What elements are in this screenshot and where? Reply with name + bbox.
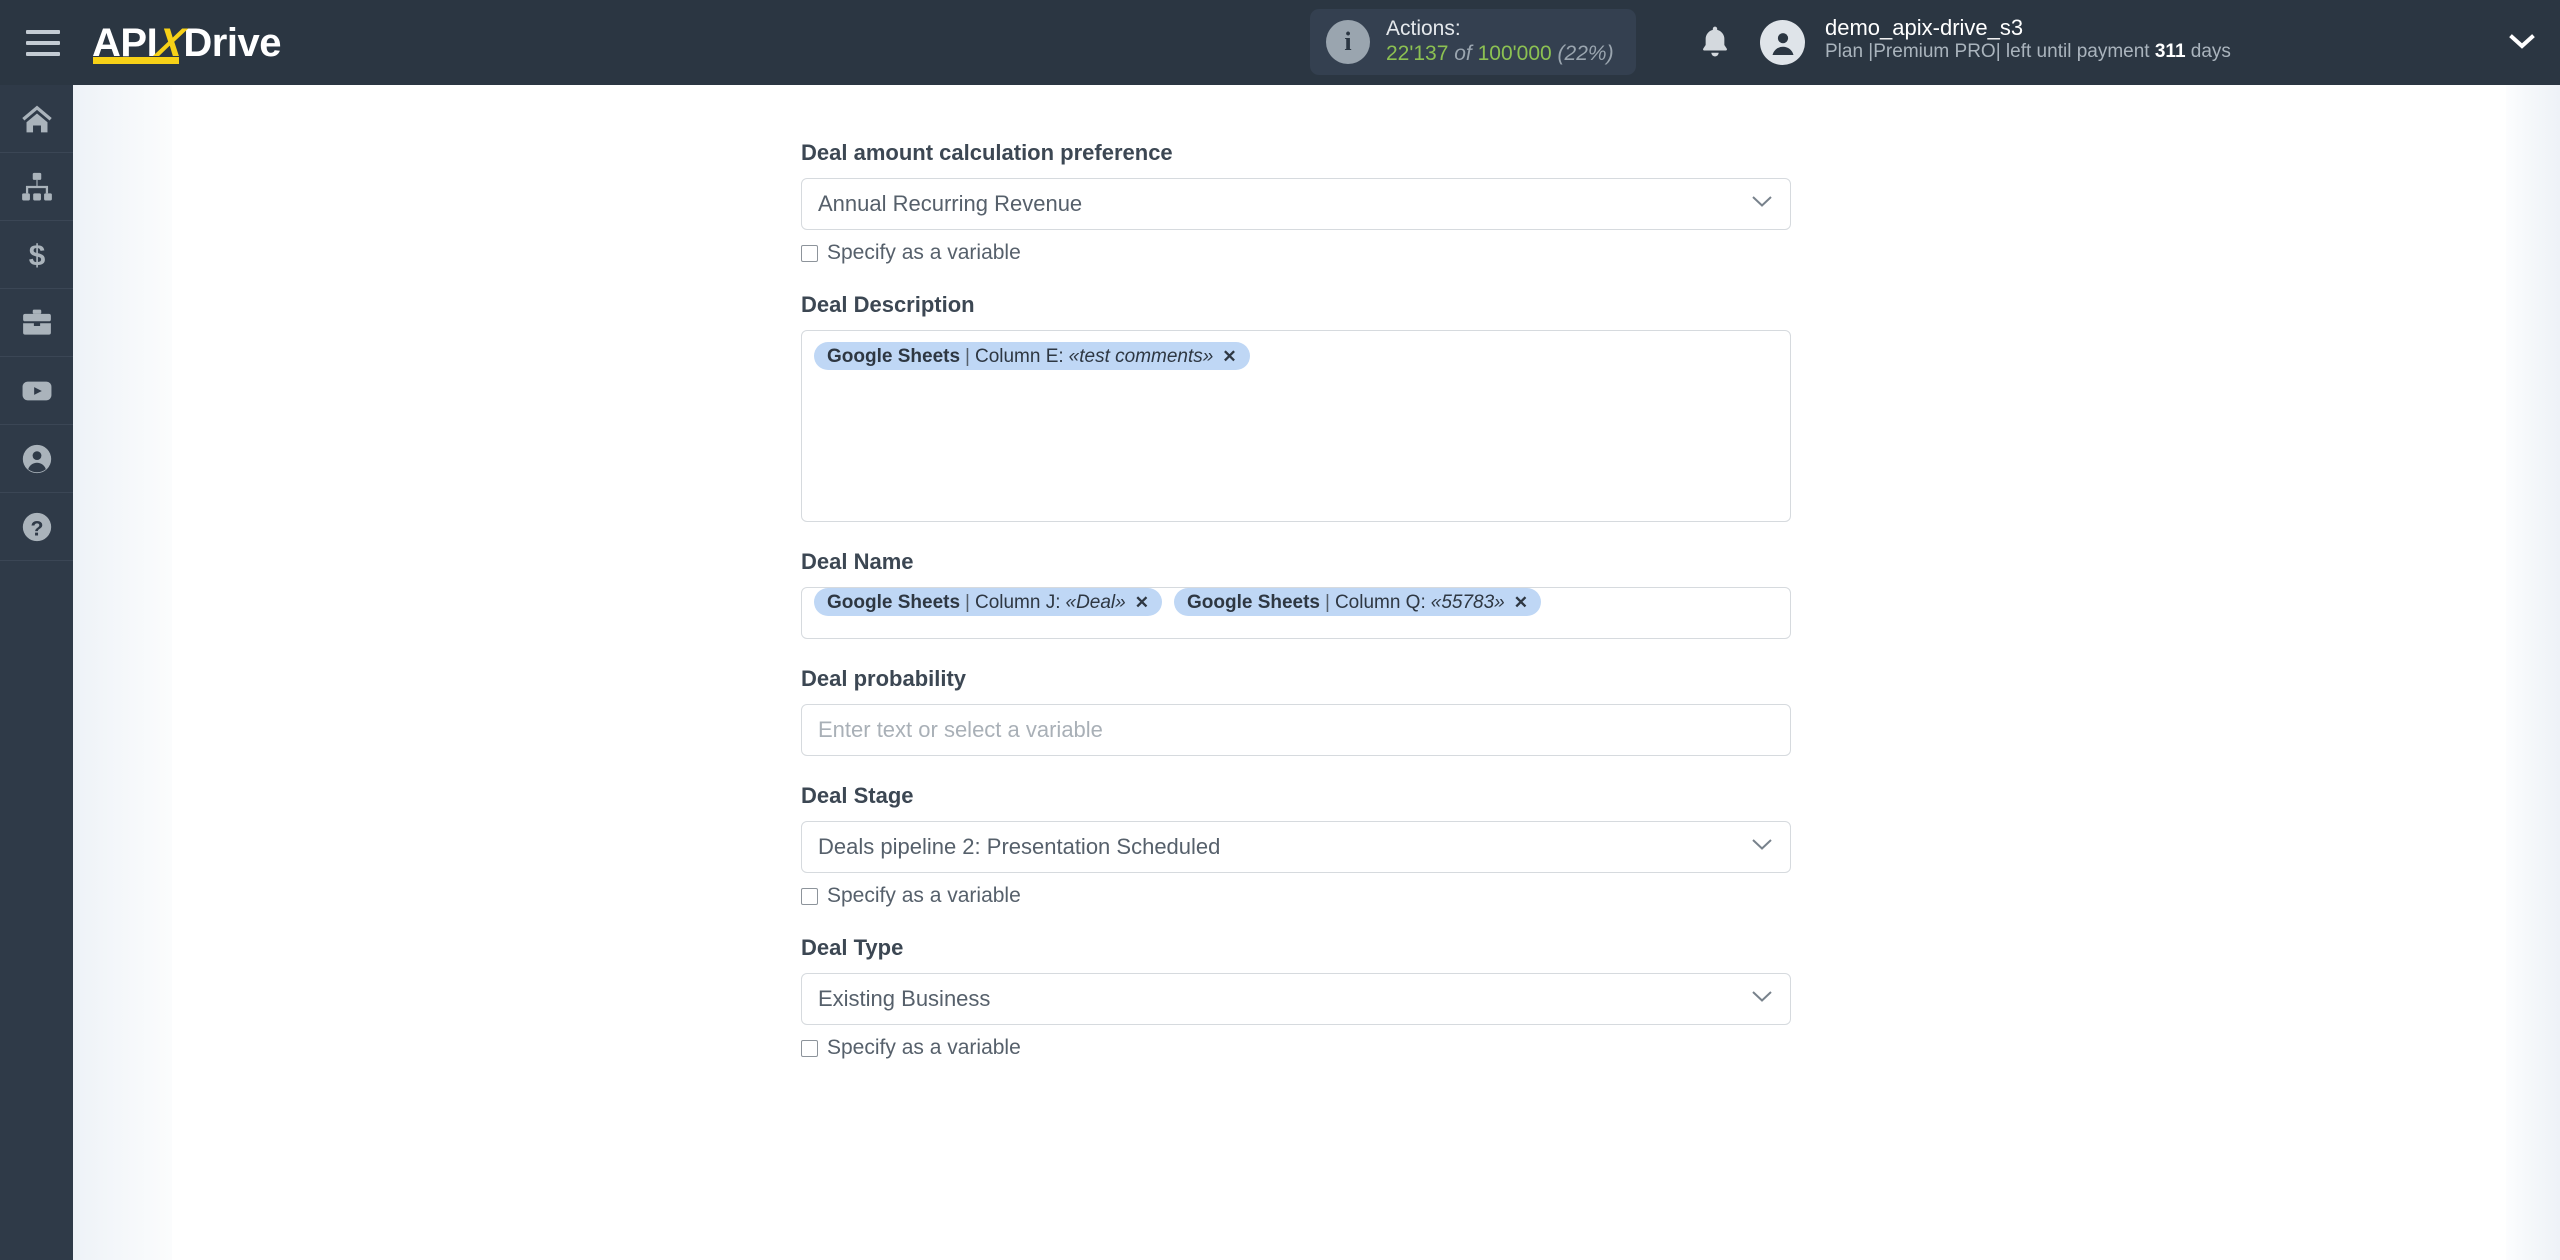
variable-column: Column J:	[974, 591, 1061, 613]
variable-separator: |	[965, 345, 970, 367]
field-label: Deal Stage	[801, 783, 914, 808]
chevron-down-icon	[1750, 989, 1774, 1010]
sidebar-item-billing[interactable]: $	[0, 221, 73, 289]
logo-text: APIXDrive	[92, 20, 281, 65]
briefcase-icon	[20, 306, 54, 340]
variable-tag[interactable]: Google Sheets | Column Q: «55783» ✕	[1173, 588, 1541, 616]
select-value: Existing Business	[818, 986, 991, 1011]
field-deal-name: Deal Name Google Sheets | Column J: «Deal» ✕…	[801, 549, 1791, 639]
user-circle-icon	[20, 442, 54, 476]
variable-value: «test comments»	[1068, 345, 1214, 367]
sidebar-item-services[interactable]	[0, 289, 73, 357]
variable-separator: |	[1325, 591, 1330, 613]
checkbox-label: Specify as a variable	[827, 884, 1021, 907]
select-value: Deals pipeline 2: Presentation Scheduled	[818, 834, 1221, 859]
plan-name: Premium PRO	[1873, 41, 1996, 63]
sidebar-item-account[interactable]	[0, 425, 73, 493]
deal-name-variable-area[interactable]: Google Sheets | Column J: «Deal» ✕ Google Sh…	[801, 587, 1791, 639]
specify-as-variable-checkbox[interactable]	[801, 1039, 818, 1057]
deal-description-variable-area[interactable]: Google Sheets | Column E: «test comments» ✕	[801, 330, 1791, 522]
variable-source: Google Sheets	[827, 591, 961, 613]
deal-probability-input[interactable]	[801, 704, 1791, 756]
info-icon: i	[1326, 20, 1370, 64]
actions-title: Actions:	[1386, 17, 1461, 41]
left-gutter	[73, 85, 172, 1260]
avatar[interactable]	[1760, 20, 1805, 65]
checkbox-label: Specify as a variable	[827, 1036, 1021, 1059]
specify-as-variable-checkbox[interactable]	[801, 244, 818, 262]
field-label: Deal probability	[801, 666, 967, 691]
field-deal-amount-calculation-preference: Deal amount calculation preference Annua…	[801, 85, 1791, 265]
chevron-down-icon[interactable]	[2508, 32, 2536, 57]
variable-value: «55783»	[1430, 591, 1505, 613]
question-circle-icon: ?	[20, 510, 54, 544]
sidebar-item-video[interactable]	[0, 357, 73, 425]
field-deal-stage: Deal Stage Deals pipeline 2: Presentatio…	[801, 783, 1791, 908]
plan-days-suffix: days	[2190, 41, 2231, 63]
deal-amount-calculation-preference-select[interactable]: Annual Recurring Revenue	[801, 178, 1791, 230]
remove-tag-icon[interactable]: ✕	[1222, 348, 1236, 365]
field-label: Deal amount calculation preference	[801, 140, 1173, 165]
right-gutter	[2506, 85, 2560, 1260]
specify-as-variable-checkbox[interactable]	[801, 887, 818, 905]
actions-quota-badge[interactable]: i Actions: 22'137 of 100'000 (22%)	[1310, 9, 1636, 75]
bell-icon[interactable]	[1698, 24, 1732, 67]
chevron-down-icon	[1750, 194, 1774, 215]
variable-source: Google Sheets	[1186, 591, 1320, 613]
sidebar-item-help[interactable]: ?	[0, 493, 73, 561]
actions-used: 22'137	[1386, 42, 1449, 65]
remove-tag-icon[interactable]: ✕	[1135, 594, 1149, 611]
deal-type-select[interactable]: Existing Business	[801, 973, 1791, 1025]
variable-tag[interactable]: Google Sheets | Column J: «Deal» ✕	[814, 588, 1162, 616]
left-sidebar: $ ?	[0, 85, 73, 1260]
user-info[interactable]: demo_apix-drive_s3 Plan |Premium PRO| le…	[1825, 15, 2231, 64]
field-label: Deal Description	[801, 292, 975, 317]
remove-tag-icon[interactable]: ✕	[1514, 594, 1528, 611]
plan-days: 311	[2154, 41, 2186, 63]
deal-fields-form: Deal amount calculation preference Annua…	[801, 85, 1791, 1060]
app-header: APIXDrive i Actions: 22'137 of 100'000 (…	[0, 0, 2560, 85]
specify-as-variable-checkbox-row[interactable]: Specify as a variable	[801, 1036, 1791, 1060]
variable-column: Column Q:	[1334, 591, 1426, 613]
actions-total: 100'000	[1477, 42, 1552, 65]
sitemap-icon	[20, 170, 54, 204]
field-deal-probability: Deal probability	[801, 666, 1791, 756]
apixdrive-logo[interactable]: APIXDrive	[92, 17, 281, 69]
select-value: Annual Recurring Revenue	[818, 191, 1083, 216]
actions-percent: (22%)	[1557, 42, 1614, 65]
field-label: Deal Name	[801, 549, 914, 574]
specify-as-variable-checkbox-row[interactable]: Specify as a variable	[801, 884, 1791, 908]
dollar-icon: $	[20, 238, 54, 271]
logo-underline	[93, 56, 179, 64]
plan-prefix: Plan |	[1825, 41, 1874, 63]
actions-counter: 22'137 of 100'000 (22%)	[1386, 42, 1614, 67]
logo-part-drive: Drive	[183, 20, 281, 65]
sidebar-item-home[interactable]	[0, 85, 73, 153]
actions-of: of	[1454, 42, 1472, 65]
home-icon	[20, 102, 54, 136]
variable-tag[interactable]: Google Sheets | Column E: «test comments» ✕	[814, 342, 1250, 370]
specify-as-variable-checkbox-row[interactable]: Specify as a variable	[801, 241, 1791, 265]
deal-stage-select[interactable]: Deals pipeline 2: Presentation Scheduled	[801, 821, 1791, 873]
variable-column: Column E:	[974, 345, 1064, 367]
field-deal-description: Deal Description Google Sheets | Column E:…	[801, 292, 1791, 522]
user-plan: Plan |Premium PRO| left until payment 31…	[1825, 41, 2231, 64]
hamburger-icon[interactable]	[26, 26, 68, 60]
field-deal-type: Deal Type Existing Business Specify as a…	[801, 935, 1791, 1060]
actions-text: Actions: 22'137 of 100'000 (22%)	[1386, 17, 1614, 67]
plan-mid: | left until payment	[1995, 41, 2150, 63]
main-content: Deal amount calculation preference Annua…	[172, 85, 2506, 1260]
user-name: demo_apix-drive_s3	[1825, 15, 2024, 40]
variable-value: «Deal»	[1065, 591, 1126, 613]
svg-text:$: $	[28, 239, 45, 271]
checkbox-label: Specify as a variable	[827, 241, 1021, 264]
chevron-down-icon	[1750, 837, 1774, 858]
svg-text:?: ?	[30, 516, 43, 540]
youtube-icon	[20, 374, 54, 408]
variable-separator: |	[965, 591, 970, 613]
field-label: Deal Type	[801, 935, 904, 960]
variable-source: Google Sheets	[827, 345, 961, 367]
sidebar-item-connections[interactable]	[0, 153, 73, 221]
